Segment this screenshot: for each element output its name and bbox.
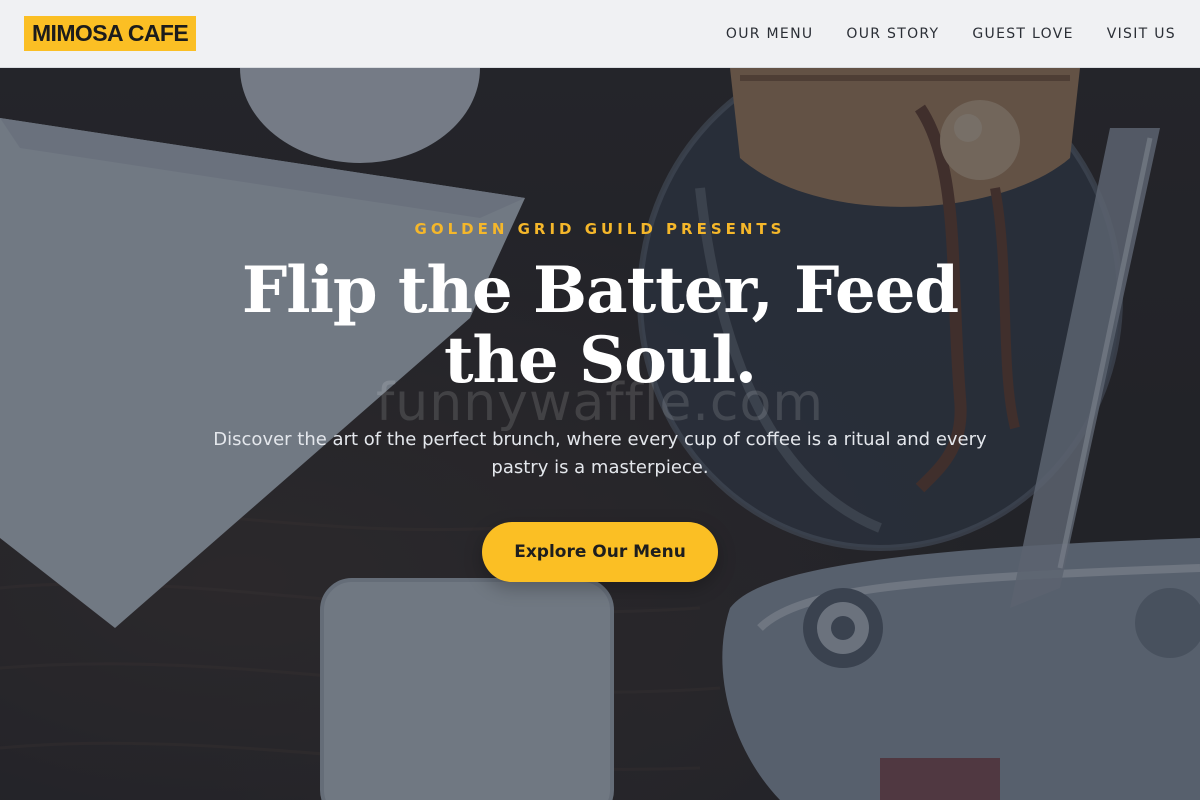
nav-link-guest-love[interactable]: GUEST LOVE bbox=[972, 26, 1073, 42]
nav-link-visit-us[interactable]: VISIT US bbox=[1107, 26, 1176, 42]
nav-link-our-story[interactable]: OUR STORY bbox=[846, 26, 939, 42]
hero-section: GOLDEN GRID GUILD PRESENTS Flip the Batt… bbox=[0, 68, 1200, 800]
hero-subtitle: Discover the art of the perfect brunch, … bbox=[213, 429, 987, 478]
hero-content: GOLDEN GRID GUILD PRESENTS Flip the Batt… bbox=[0, 68, 1200, 800]
nav-link-our-menu[interactable]: OUR MENU bbox=[726, 26, 814, 42]
watermark-text: funnywaffle.com bbox=[376, 373, 824, 433]
site-header: MIMOSA CAFE OUR MENU OUR STORY GUEST LOV… bbox=[0, 0, 1200, 68]
site-logo[interactable]: MIMOSA CAFE bbox=[24, 16, 197, 51]
main-nav: OUR MENU OUR STORY GUEST LOVE VISIT US bbox=[726, 0, 1176, 68]
hero-eyebrow: GOLDEN GRID GUILD PRESENTS bbox=[414, 220, 786, 238]
explore-menu-button[interactable]: Explore Our Menu bbox=[482, 522, 718, 582]
